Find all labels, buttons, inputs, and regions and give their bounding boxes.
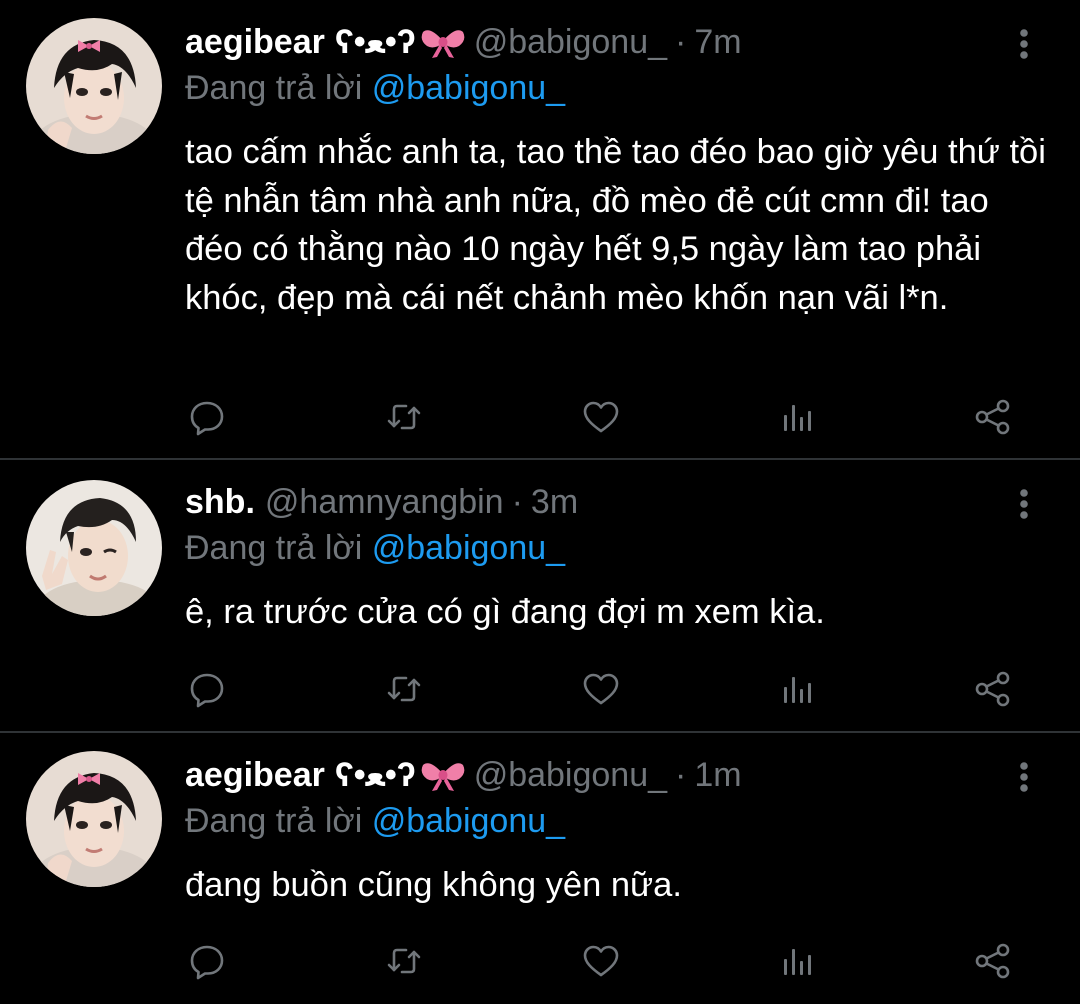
more-options-icon[interactable] bbox=[1012, 759, 1036, 795]
views-chart-icon[interactable] bbox=[777, 397, 817, 437]
separator-dot: · bbox=[675, 23, 687, 61]
tweet[interactable]: aegibear ʕ•ﻌ•ʔ @babigonu_ · 1m Đang trả … bbox=[0, 733, 1080, 1004]
replying-to-label: Đang trả lời bbox=[185, 529, 363, 567]
separator-dot: · bbox=[675, 756, 687, 794]
tweet-actions bbox=[185, 669, 1025, 709]
replying-to-label: Đang trả lời bbox=[185, 802, 363, 840]
author-handle[interactable]: @babigonu_ bbox=[474, 20, 667, 64]
more-options-icon[interactable] bbox=[1012, 486, 1036, 522]
separator-dot: · bbox=[511, 483, 523, 521]
reply-icon[interactable] bbox=[187, 397, 227, 437]
replying-to: Đang trả lời @babigonu_ bbox=[185, 526, 565, 570]
author-kaomoji: ʕ•ﻌ•ʔ bbox=[334, 756, 416, 794]
replying-to: Đang trả lời @babigonu_ bbox=[185, 66, 565, 110]
author-handle[interactable]: @babigonu_ bbox=[474, 753, 667, 797]
avatar[interactable] bbox=[26, 751, 162, 887]
timestamp[interactable]: 1m bbox=[694, 753, 741, 797]
tweet-text: tao cấm nhắc anh ta, tao thề tao đéo bao… bbox=[185, 133, 1046, 317]
replying-to-mention[interactable]: @babigonu_ bbox=[372, 69, 565, 107]
ribbon-bow-icon bbox=[420, 24, 466, 60]
retweet-icon[interactable] bbox=[384, 941, 424, 981]
tweet-actions bbox=[185, 941, 1025, 981]
more-options-icon[interactable] bbox=[1012, 26, 1036, 62]
avatar[interactable] bbox=[26, 480, 162, 616]
replying-to-mention[interactable]: @babigonu_ bbox=[372, 802, 565, 840]
share-icon[interactable] bbox=[973, 397, 1013, 437]
avatar[interactable] bbox=[26, 18, 162, 154]
replying-to: Đang trả lời @babigonu_ bbox=[185, 799, 565, 843]
retweet-icon[interactable] bbox=[384, 397, 424, 437]
author-kaomoji: ʕ•ﻌ•ʔ bbox=[334, 23, 416, 61]
tweet[interactable]: aegibear ʕ•ﻌ•ʔ @babigonu_ · 7m Đang trả … bbox=[0, 0, 1080, 459]
author-name[interactable]: aegibear bbox=[185, 20, 325, 64]
replying-to-mention[interactable]: @babigonu_ bbox=[372, 529, 565, 567]
tweet-text: ê, ra trước cửa có gì đang đợi m xem kìa… bbox=[185, 593, 825, 631]
tweet-actions bbox=[185, 397, 1025, 437]
tweet[interactable]: shb. @hamnyangbin · 3m Đang trả lời @bab… bbox=[0, 460, 1080, 732]
author-handle[interactable]: @hamnyangbin bbox=[265, 480, 504, 524]
views-chart-icon[interactable] bbox=[777, 941, 817, 981]
share-icon[interactable] bbox=[973, 941, 1013, 981]
like-heart-icon[interactable] bbox=[581, 397, 621, 437]
timestamp[interactable]: 3m bbox=[531, 480, 578, 524]
tweet-text: đang buồn cũng không yên nữa. bbox=[185, 866, 682, 904]
like-heart-icon[interactable] bbox=[581, 941, 621, 981]
author-name[interactable]: aegibear bbox=[185, 753, 325, 797]
replying-to-label: Đang trả lời bbox=[185, 69, 363, 107]
ribbon-bow-icon bbox=[420, 757, 466, 793]
share-icon[interactable] bbox=[973, 669, 1013, 709]
views-chart-icon[interactable] bbox=[777, 669, 817, 709]
author-name[interactable]: shb. bbox=[185, 480, 255, 524]
timestamp[interactable]: 7m bbox=[694, 20, 741, 64]
retweet-icon[interactable] bbox=[384, 669, 424, 709]
reply-icon[interactable] bbox=[187, 669, 227, 709]
reply-icon[interactable] bbox=[187, 941, 227, 981]
like-heart-icon[interactable] bbox=[581, 669, 621, 709]
